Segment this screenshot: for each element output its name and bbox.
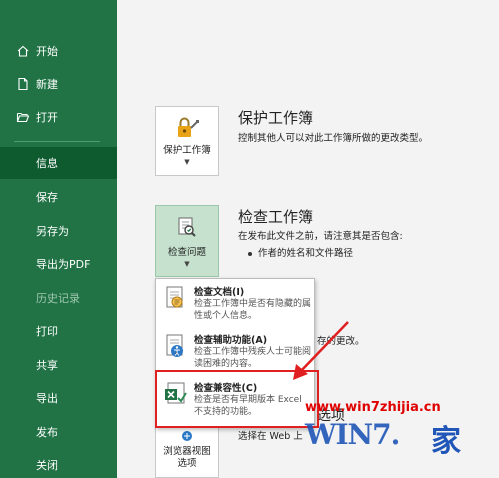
watermark-url: www.win7zhijia.cn [305,400,441,415]
open-folder-icon [16,110,30,124]
sidebar-item-new[interactable]: 新建 [0,75,117,93]
home-icon [16,44,30,58]
sidebar-item-label: 关闭 [36,459,58,472]
lock-key-icon [172,115,202,145]
menu-item-description: 检查工作簿中残疾人士可能阅读困难的内容。 [194,347,312,369]
backstage-sidebar: 开始 新建 打开 信息 保存 另存为 导出为PDF 历史记录 打印 共享 导出 … [0,0,117,478]
bullet-icon [248,251,252,256]
inspect-document-icon [164,285,188,313]
protect-workbook-button[interactable]: 保护工作簿 ▼ [155,106,219,176]
sidebar-item-label: 开始 [36,45,58,58]
sidebar-item-label: 打印 [36,325,58,338]
chevron-down-icon: ▼ [184,158,190,166]
sidebar-item-label: 新建 [36,78,58,91]
globe-icon [180,427,194,446]
sidebar-item-publish[interactable]: 发布 [0,421,117,443]
sidebar-item-close[interactable]: 关闭 [0,454,117,476]
inspect-workbook-description: 在发布此文件之前，请注意其是否包含: [238,231,403,242]
sidebar-item-history: 历史记录 [0,287,117,309]
sidebar-item-export-pdf[interactable]: 导出为PDF [0,253,117,275]
browser-view-label-line2: 选项 [177,458,197,469]
menu-item-description: 检查工作簿中是否有隐藏的属性或个人信息。 [194,299,312,321]
watermark-char: 家 [431,424,461,459]
sidebar-item-label: 导出为PDF [36,258,91,271]
inspect-document-icon [175,215,199,243]
watermark-logo: WIN7. [305,418,400,451]
sidebar-item-share[interactable]: 共享 [0,354,117,376]
browser-view-label-line1: 浏览器视图 [163,446,211,457]
menu-item-title: 检查文档(I) [194,287,245,298]
sidebar-item-save-as[interactable]: 另存为 [0,220,117,242]
sidebar-item-label: 历史记录 [36,292,80,305]
sidebar-item-open[interactable]: 打开 [0,108,117,126]
sidebar-item-label: 保存 [36,191,58,204]
sidebar-item-save[interactable]: 保存 [0,186,117,208]
sidebar-item-export[interactable]: 导出 [0,387,117,409]
menu-item-check-accessibility[interactable]: 检查辅助功能(A) 检查工作簿中残疾人士可能阅读困难的内容。 [156,329,314,375]
sidebar-item-label: 打开 [36,111,58,124]
sidebar-divider [14,141,100,142]
menu-item-inspect-document[interactable]: 检查文档(I) 检查工作簿中是否有隐藏的属性或个人信息。 [156,281,314,327]
inspect-workbook-title: 检查工作簿 [238,208,314,226]
check-for-issues-label: 检查问题 [167,247,206,258]
protect-workbook-title: 保护工作簿 [238,109,314,127]
sidebar-item-label: 信息 [36,157,58,170]
sidebar-item-home[interactable]: 开始 [0,42,117,60]
sidebar-item-label: 发布 [36,426,58,439]
sidebar-item-info[interactable]: 信息 [0,147,117,179]
bullet-text: 作者的姓名和文件路径 [258,248,354,259]
new-document-icon [16,77,30,91]
protect-workbook-description: 控制其他人可以对此工作簿所做的更改类型。 [238,133,429,144]
manage-workbook-description: 存的更改。 [317,336,365,347]
menu-item-title: 检查辅助功能(A) [194,335,268,346]
sidebar-item-label: 导出 [36,392,58,405]
sidebar-item-print[interactable]: 打印 [0,320,117,342]
sidebar-item-label: 另存为 [36,225,69,238]
browser-view-options-button[interactable]: 浏览器视图 选项 [155,425,219,478]
browser-options-description: 选择在 Web 上 [238,431,303,442]
check-for-issues-button[interactable]: 检查问题 ▼ [155,205,219,277]
sidebar-item-label: 共享 [36,359,58,372]
protect-workbook-label: 保护工作簿 [163,145,211,156]
accessibility-icon [164,333,188,361]
inspect-workbook-bullet: 作者的姓名和文件路径 [248,245,353,259]
chevron-down-icon: ▼ [184,260,190,268]
highlight-box [155,370,319,428]
